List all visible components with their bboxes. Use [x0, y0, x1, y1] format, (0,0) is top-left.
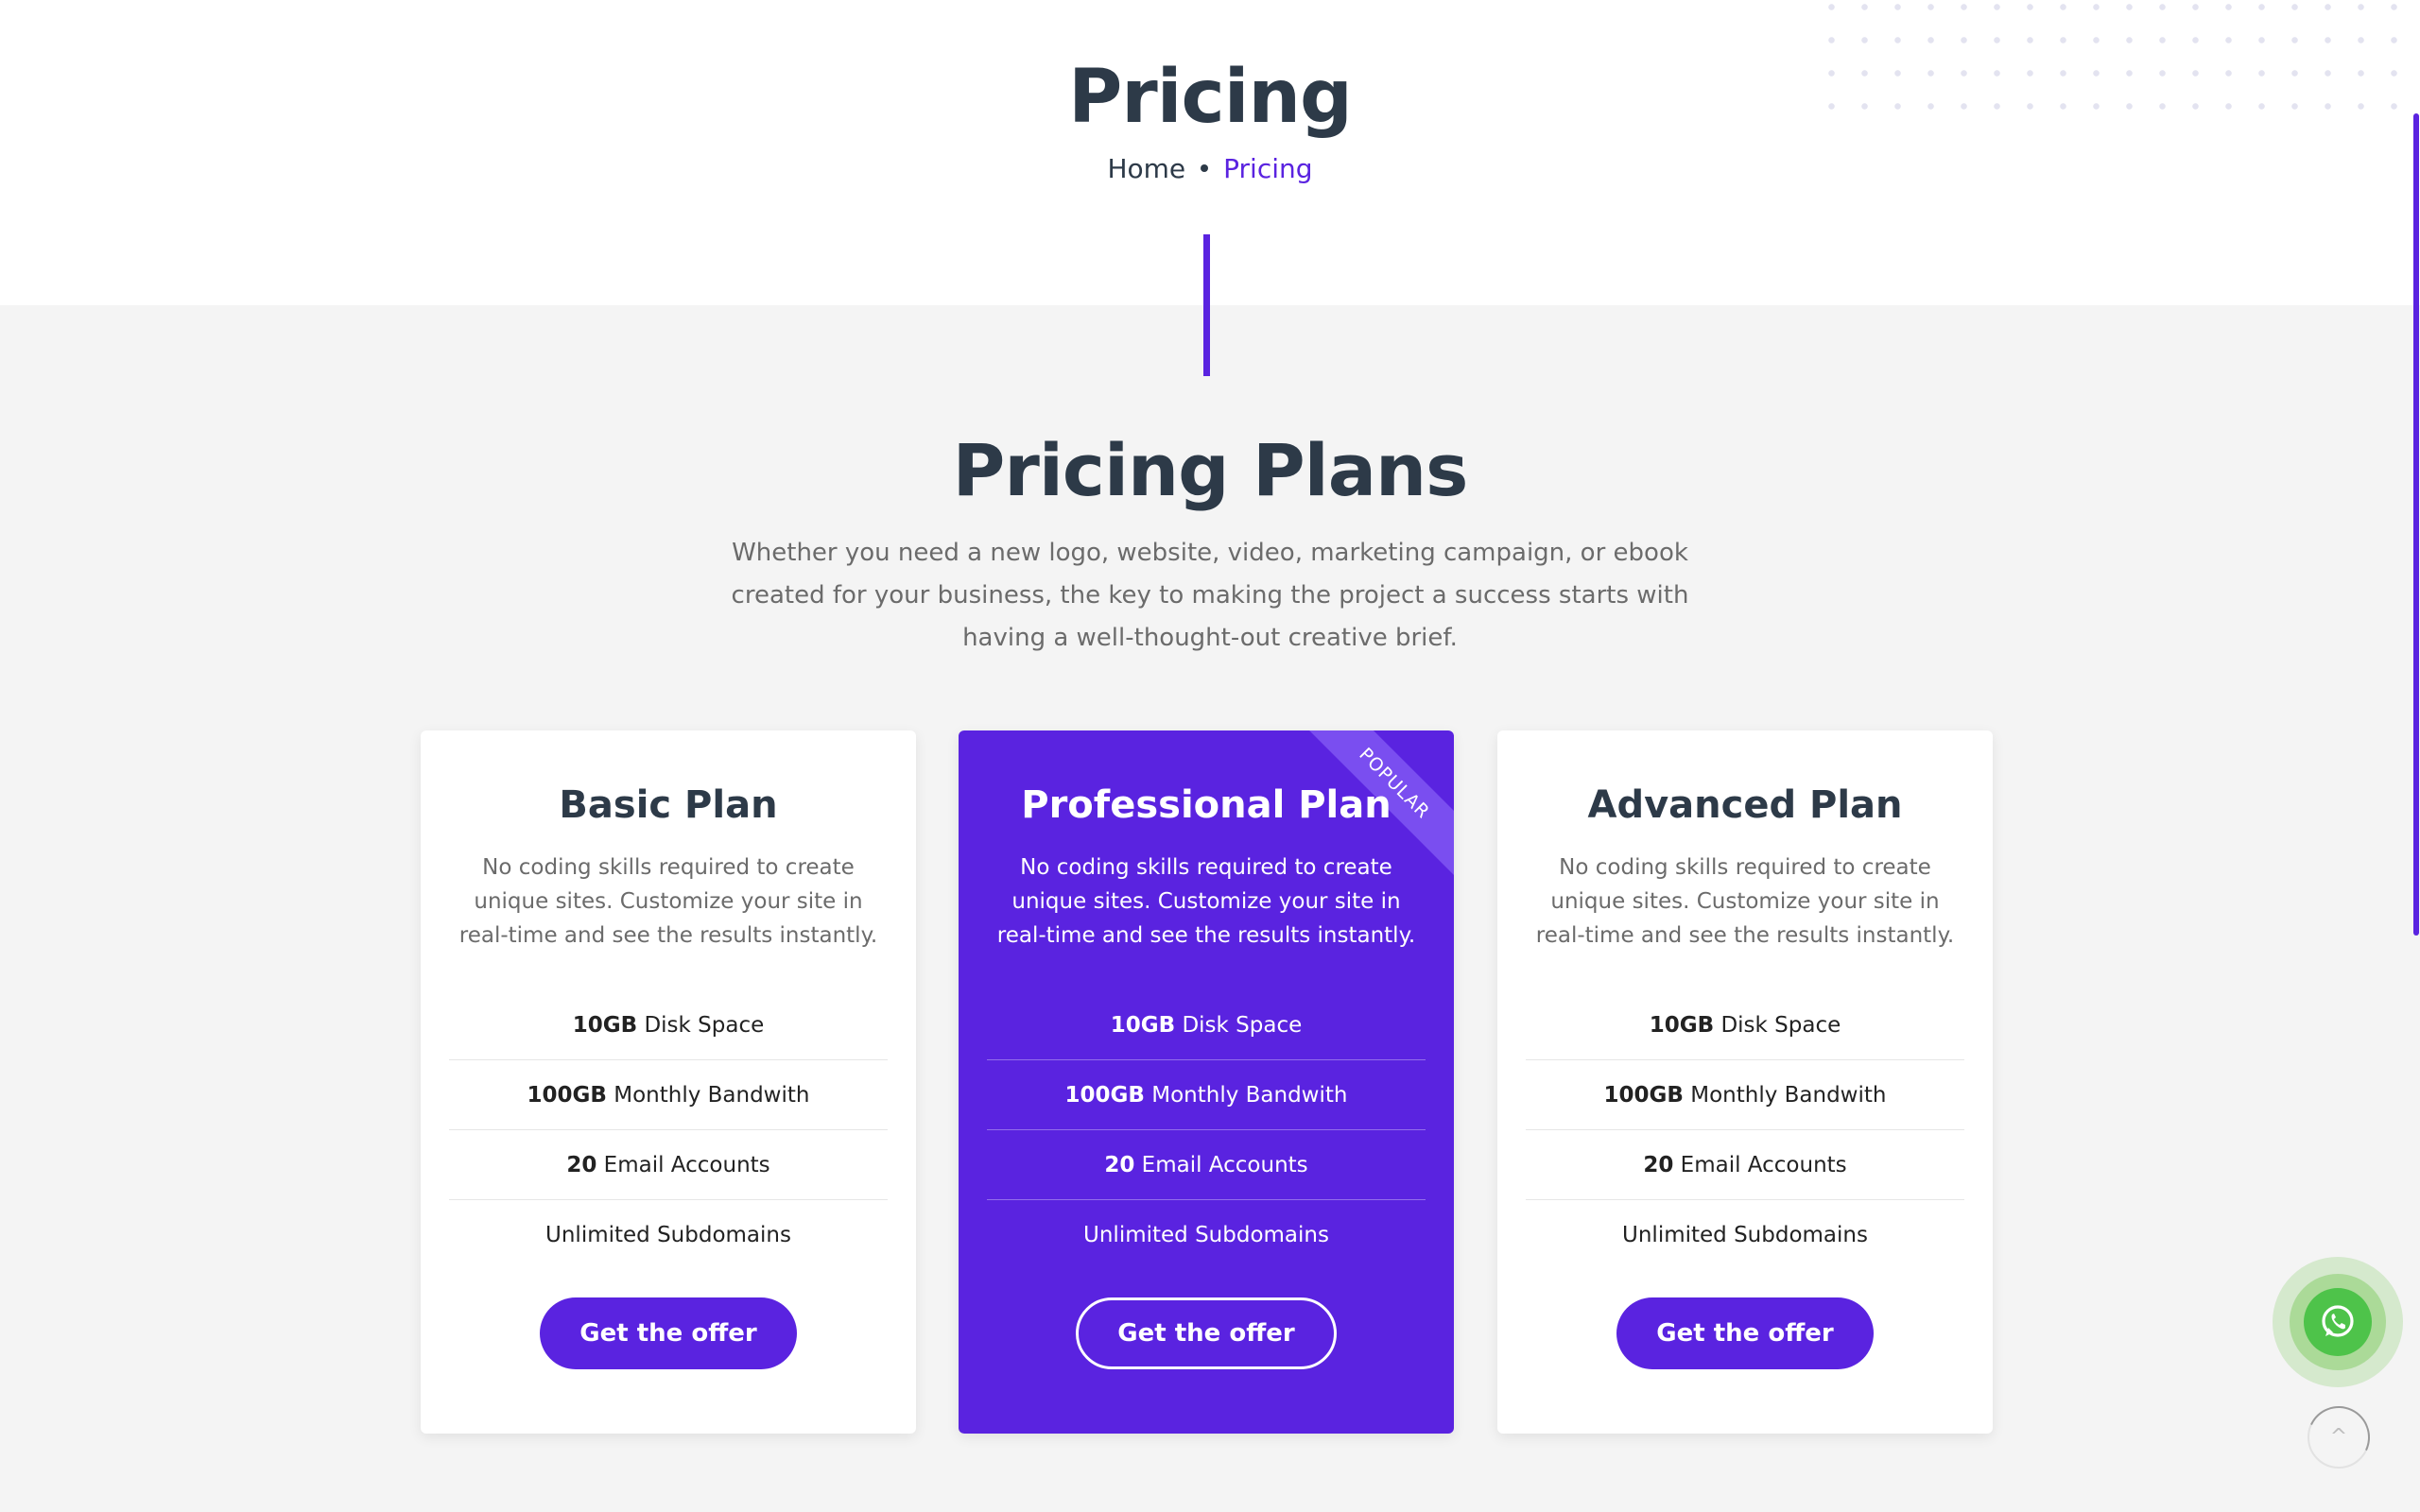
scroll-progress-ring	[2298, 1397, 2379, 1478]
plan-description: No coding skills required to create uniq…	[458, 855, 878, 948]
page-header: Pricing Home Pricing	[0, 0, 2420, 305]
page-title: Pricing	[1068, 55, 1353, 140]
plan-feature: Unlimited Subdomains	[1083, 1223, 1329, 1247]
pricing-card-basic: Basic Plan No coding skills required to …	[421, 730, 916, 1434]
breadcrumb: Home Pricing	[0, 153, 2420, 184]
divider-line	[1203, 234, 1210, 376]
plan-title: Advanced Plan	[1587, 783, 1903, 827]
breadcrumb-home[interactable]: Home	[1107, 153, 1185, 184]
pricing-card-professional: POPULAR Professional Plan No coding skil…	[959, 730, 1454, 1434]
back-to-top-button[interactable]: ^	[2298, 1397, 2379, 1478]
plan-title: Professional Plan	[1021, 783, 1392, 827]
plan-feature: Unlimited Subdomains	[545, 1223, 791, 1247]
plan-description: No coding skills required to create uniq…	[1535, 855, 1955, 948]
breadcrumb-separator	[1201, 164, 1209, 172]
whatsapp-icon	[2322, 1305, 2354, 1337]
get-offer-button[interactable]: Get the offer	[540, 1297, 797, 1369]
plan-feature: 100GB Monthly Bandwith	[449, 1060, 888, 1130]
plan-description: No coding skills required to create uniq…	[996, 855, 1416, 948]
plan-feature: 20 Email Accounts	[1526, 1130, 1964, 1200]
plan-feature: 10GB Disk Space	[1526, 990, 1964, 1060]
plan-feature: 100GB Monthly Bandwith	[987, 1060, 1426, 1130]
section-description: Whether you need a new logo, website, vi…	[731, 539, 1689, 652]
plan-feature: 10GB Disk Space	[987, 990, 1426, 1060]
plan-feature: 20 Email Accounts	[987, 1130, 1426, 1200]
plan-feature: 20 Email Accounts	[449, 1130, 888, 1200]
pricing-card-advanced: Advanced Plan No coding skills required …	[1497, 730, 1993, 1434]
get-offer-button[interactable]: Get the offer	[1616, 1297, 1874, 1369]
plan-feature: Unlimited Subdomains	[1622, 1223, 1868, 1247]
plan-feature: 100GB Monthly Bandwith	[1526, 1060, 1964, 1130]
breadcrumb-current: Pricing	[1223, 153, 1313, 184]
get-offer-button[interactable]: Get the offer	[1076, 1297, 1337, 1369]
plan-feature: 10GB Disk Space	[449, 990, 888, 1060]
scrollbar[interactable]	[2413, 113, 2419, 936]
section-title: Pricing Plans	[952, 428, 1469, 512]
plan-title: Basic Plan	[559, 783, 778, 827]
whatsapp-button[interactable]	[2304, 1288, 2372, 1356]
